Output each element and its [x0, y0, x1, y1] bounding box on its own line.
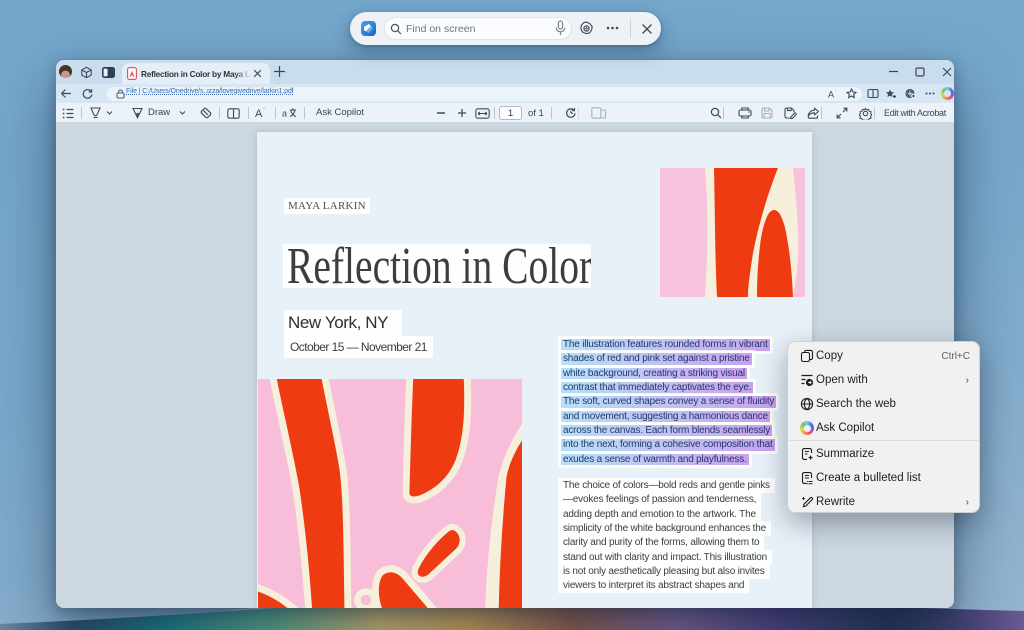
svg-text:ˊ: ˊ [835, 90, 837, 96]
svg-text:a: a [282, 109, 287, 119]
svg-text:A: A [255, 108, 263, 119]
svg-text:ˊ: ˊ [263, 109, 265, 115]
svg-text:A: A [828, 89, 834, 99]
